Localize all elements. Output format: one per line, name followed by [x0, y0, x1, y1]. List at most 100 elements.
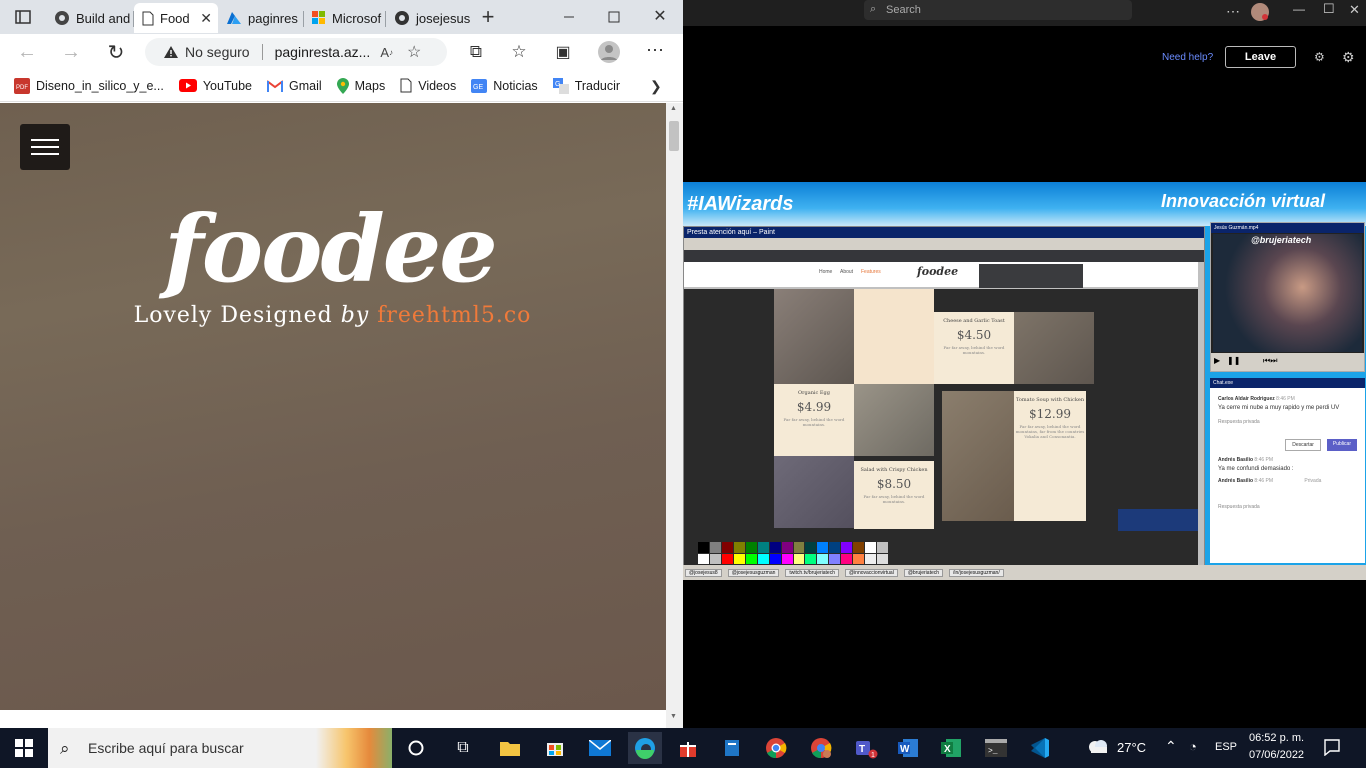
bookmark-noticias[interactable]: GE Noticias [471, 78, 538, 93]
skip-icon[interactable]: ⏮⏭ [1263, 356, 1277, 366]
mail-icon[interactable] [584, 732, 616, 764]
forward-icon[interactable]: → [60, 41, 82, 63]
back-icon[interactable]: ← [16, 41, 38, 63]
bookmark-label: Gmail [288, 78, 322, 93]
cortana-icon[interactable] [400, 732, 432, 764]
gear-icon[interactable]: ⚙ [1342, 49, 1355, 66]
scroll-down-icon[interactable]: ▼ [670, 713, 677, 720]
svg-text:G: G [555, 81, 560, 88]
store-icon[interactable] [539, 732, 571, 764]
close-window-icon[interactable]: ✕ [650, 6, 670, 26]
weather-cloud-icon[interactable] [1087, 738, 1109, 754]
refresh-icon[interactable]: ↻ [105, 41, 127, 64]
browser-window: Build and Food ✕ paginres Microsof josej… [0, 0, 683, 728]
device-settings-icon[interactable]: ⚙ [1314, 50, 1325, 64]
profile-avatar[interactable] [597, 40, 621, 64]
clock-date[interactable]: 07/06/2022 [1249, 749, 1304, 761]
terminal-icon[interactable]: >_ [980, 732, 1012, 764]
extensions-icon[interactable]: ⧉ [465, 41, 487, 63]
bookmark-label: Noticias [493, 78, 538, 93]
media-controls[interactable]: ▶ ❚❚ ⏮⏭ [1211, 353, 1364, 371]
notebook-icon[interactable] [716, 732, 748, 764]
minimize-icon[interactable]: — [1293, 2, 1305, 16]
pause-icon[interactable]: ❚❚ [1227, 356, 1240, 365]
tagline-lead: Lovely Designed [133, 303, 333, 328]
maximize-icon[interactable]: ☐ [1323, 1, 1335, 17]
bookmark-gmail[interactable]: Gmail [266, 78, 322, 93]
teams-icon[interactable]: T1 [850, 732, 882, 764]
notifications-icon[interactable] [1323, 738, 1341, 756]
chrome-icon[interactable] [760, 732, 792, 764]
tab-build[interactable]: Build and [46, 3, 134, 33]
excel-icon[interactable]: X [935, 732, 967, 764]
start-windows-icon[interactable] [14, 738, 34, 758]
close-icon[interactable]: ✕ [200, 10, 212, 27]
paint-palette[interactable] [698, 542, 888, 564]
tagline-brand-link[interactable]: freehtml5.co [377, 303, 531, 328]
bookmark-traducir[interactable]: G Traducir [552, 77, 620, 94]
clock-time[interactable]: 06:52 p. m. [1249, 732, 1304, 744]
discard-button[interactable]: Descartar [1285, 439, 1321, 451]
weather-temp[interactable]: 27°C [1117, 740, 1146, 755]
url-text: paginresta.az... [274, 44, 371, 60]
collections-icon[interactable]: ▣ [552, 41, 574, 63]
favorites-icon[interactable]: ☆ [508, 41, 530, 63]
vscode-icon[interactable] [1024, 732, 1056, 764]
hamburger-menu-button[interactable] [20, 124, 70, 170]
add-favorite-icon[interactable]: ☆ [407, 42, 421, 62]
chat-privacy: Privada [1304, 478, 1322, 484]
edge-icon[interactable] [628, 732, 662, 764]
tab-josejesus[interactable]: josejesus [386, 3, 472, 33]
chrome-profile-icon[interactable] [805, 732, 837, 764]
leave-button[interactable]: Leave [1225, 46, 1296, 68]
chat-time: 8:46 PM [1254, 457, 1274, 463]
search-icon: ⌕ [870, 3, 877, 15]
new-tab-icon[interactable]: + [478, 4, 498, 29]
bookmark-videos[interactable]: Videos [400, 78, 456, 93]
tab-foodee[interactable]: Food ✕ [134, 3, 218, 33]
tab-actions-icon[interactable] [14, 9, 32, 25]
close-window-icon[interactable]: ✕ [1349, 2, 1360, 18]
tab-paginresta[interactable]: paginres [218, 3, 304, 33]
chevron-right-icon[interactable]: ❯ [650, 78, 662, 95]
maps-pin-icon [336, 77, 349, 94]
tagline-by: by [340, 303, 370, 328]
tab-label: Microsof [332, 10, 382, 26]
language-indicator[interactable]: ESP [1215, 741, 1237, 753]
github-icon [54, 10, 70, 26]
read-aloud-icon[interactable]: A ♪ [380, 45, 393, 60]
gmail-icon [266, 79, 283, 92]
publish-button[interactable]: Publicar [1326, 439, 1357, 451]
bookmark-diseno[interactable]: PDF Diseno_in_silico_y_e... [14, 77, 164, 94]
vertical-scrollbar[interactable]: ▲ ▼ [666, 103, 683, 728]
maximize-icon[interactable] [605, 8, 623, 26]
scroll-thumb[interactable] [669, 121, 679, 151]
taskbar-search-input[interactable]: ⌕ Escribe aquí para buscar [48, 728, 392, 768]
play-icon[interactable]: ▶ [1214, 356, 1220, 365]
minimize-icon[interactable] [560, 8, 578, 26]
scroll-up-icon[interactable]: ▲ [670, 105, 677, 112]
more-options-icon[interactable]: ⋯ [1226, 3, 1240, 20]
file-explorer-icon[interactable] [494, 732, 526, 764]
menu-more-icon[interactable]: ⋯ [644, 39, 666, 61]
page-icon [142, 11, 154, 26]
azure-icon [226, 11, 242, 25]
address-bar[interactable]: No seguro paginresta.az... A ♪ ☆ [145, 38, 447, 66]
word-icon[interactable]: W [892, 732, 924, 764]
bookmark-maps[interactable]: Maps [336, 77, 385, 94]
tab-microsoft[interactable]: Microsof [304, 3, 386, 33]
chat-reply[interactable]: Respuesta privada [1218, 504, 1357, 510]
search-highlight-illustration [316, 728, 392, 768]
teams-search-input[interactable]: ⌕ Search [864, 0, 1132, 20]
gift-icon[interactable] [672, 732, 704, 764]
tab-label: Build and [76, 10, 131, 26]
chat-reply[interactable]: Respuesta privada [1218, 419, 1357, 425]
task-view-icon[interactable]: ⧉ [447, 732, 479, 764]
chevron-up-icon[interactable]: ⌃ [1165, 738, 1177, 755]
inner-browser-tabs [684, 250, 1204, 262]
wifi-icon[interactable]: ◔ [1189, 739, 1197, 754]
user-avatar[interactable] [1250, 2, 1270, 22]
need-help-link[interactable]: Need help? [1162, 52, 1213, 63]
bookmark-youtube[interactable]: YouTube [178, 79, 252, 93]
shared-screen: #IAWizards Innovacción virtual Presta at… [683, 182, 1366, 580]
